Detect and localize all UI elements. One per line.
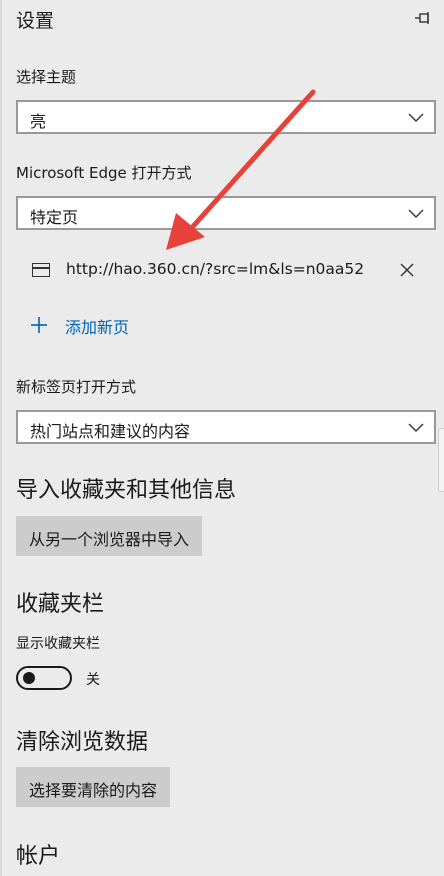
favorites-bar-toggle[interactable] [16,666,72,690]
startup-label: Microsoft Edge 打开方式 [16,164,192,182]
startup-select-value: 特定页 [30,208,79,227]
favorites-bar-heading: 收藏夹栏 [16,592,105,617]
panel-title: 设置 [16,10,55,32]
chevron-down-icon [408,113,424,122]
startup-page-url[interactable]: http://hao.360.cn/?src=lm&ls=n0aa52 [66,260,368,278]
startup-page-row: http://hao.360.cn/?src=lm&ls=n0aa52 [16,254,436,288]
import-heading: 导入收藏夹和其他信息 [16,478,237,503]
new-tab-select-value: 热门站点和建议的内容 [30,422,191,441]
account-heading: 帐户 [16,844,61,869]
favorites-bar-toggle-label: 显示收藏夹栏 [16,636,100,652]
theme-label: 选择主题 [16,68,77,86]
close-icon[interactable] [398,261,416,279]
new-tab-label: 新标签页打开方式 [16,378,137,396]
scrollbar-edge[interactable] [438,428,444,492]
new-tab-select[interactable]: 热门站点和建议的内容 [16,410,436,444]
clear-data-heading: 清除浏览数据 [16,730,149,755]
clear-data-button[interactable]: 选择要清除的内容 [16,767,171,807]
plus-icon [31,317,47,333]
toggle-knob [23,672,35,684]
theme-select-value: 亮 [30,112,47,131]
panel-left-border [0,0,2,876]
startup-select[interactable]: 特定页 [16,196,436,230]
theme-select[interactable]: 亮 [16,100,436,134]
page-icon [32,263,50,277]
pin-icon[interactable] [414,10,432,26]
favorites-bar-toggle-state: 关 [86,672,100,688]
chevron-down-icon [408,209,424,218]
settings-panel: 设置 选择主题 亮 Microsoft Edge 打开方式 特定页 http:/… [0,0,444,876]
chevron-down-icon [408,423,424,432]
import-button[interactable]: 从另一个浏览器中导入 [16,516,203,556]
add-new-page-label: 添加新页 [65,318,130,337]
